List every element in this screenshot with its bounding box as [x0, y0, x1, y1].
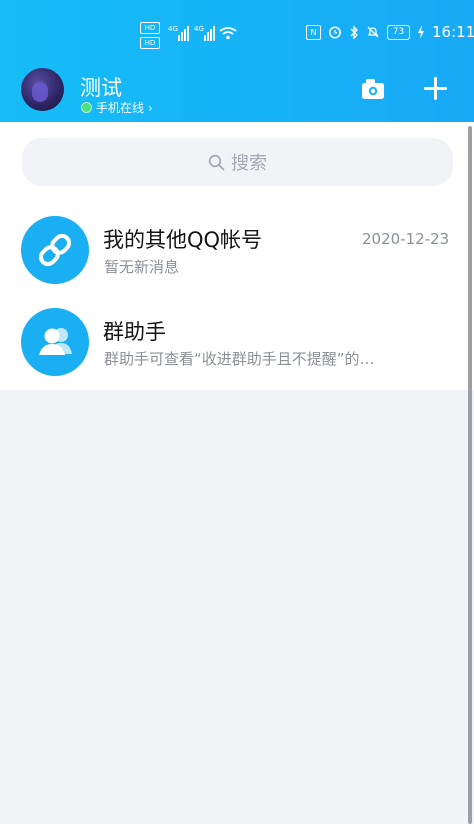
group-icon — [21, 308, 89, 376]
clock: 16:11 — [432, 23, 474, 41]
conversation-subtitle: 暂无新消息 — [104, 258, 180, 276]
wifi-icon — [219, 27, 237, 40]
conversation-title: 群助手 — [103, 320, 166, 344]
link-icon — [21, 216, 89, 284]
battery-indicator: 73 — [387, 24, 410, 40]
camera-icon[interactable] — [360, 76, 386, 102]
online-dot-icon — [81, 102, 92, 113]
signal-strength-icon: 4G — [168, 25, 189, 41]
search-bar[interactable]: 搜索 — [22, 138, 453, 186]
search-icon — [208, 154, 225, 170]
username[interactable]: 测试 — [80, 72, 122, 102]
signal-strength-icon: 4G — [194, 25, 215, 41]
network-type-2: 4G — [194, 25, 204, 33]
conversation-item[interactable]: 群助手 群助手可查看“收进群助手且不提醒”的… — [0, 296, 474, 386]
plus-icon[interactable] — [423, 76, 448, 101]
network-type-1: 4G — [168, 25, 178, 33]
sim-status: HD HD — [140, 22, 160, 49]
status-bar: HD HD 4G 4G N 73 16:11 — [0, 20, 474, 49]
mute-icon — [367, 26, 379, 38]
charging-icon — [418, 25, 424, 39]
sim1-hd-badge: HD — [140, 22, 160, 34]
conversation-title: 我的其他QQ帐号 — [103, 228, 263, 252]
conversation-time: 2020-12-23 — [362, 230, 450, 248]
online-status[interactable]: 手机在线 › — [81, 99, 153, 116]
bluetooth-icon — [350, 24, 358, 40]
alarm-icon — [329, 26, 341, 39]
search-placeholder: 搜索 — [231, 153, 267, 174]
chevron-right-icon: › — [148, 100, 153, 115]
nfc-icon: N — [306, 24, 321, 40]
sim2-hd-badge: HD — [140, 37, 160, 49]
user-avatar[interactable] — [21, 68, 64, 111]
status-right-group: N 73 16:11 — [306, 23, 474, 41]
top-header: HD HD 4G 4G N 73 16:11 测试 手机在线 › — [0, 0, 474, 122]
online-status-label: 手机在线 — [96, 101, 145, 115]
conversation-subtitle: 群助手可查看“收进群助手且不提醒”的… — [104, 350, 375, 368]
conversation-item[interactable]: 我的其他QQ帐号 暂无新消息 2020-12-23 — [0, 204, 474, 294]
